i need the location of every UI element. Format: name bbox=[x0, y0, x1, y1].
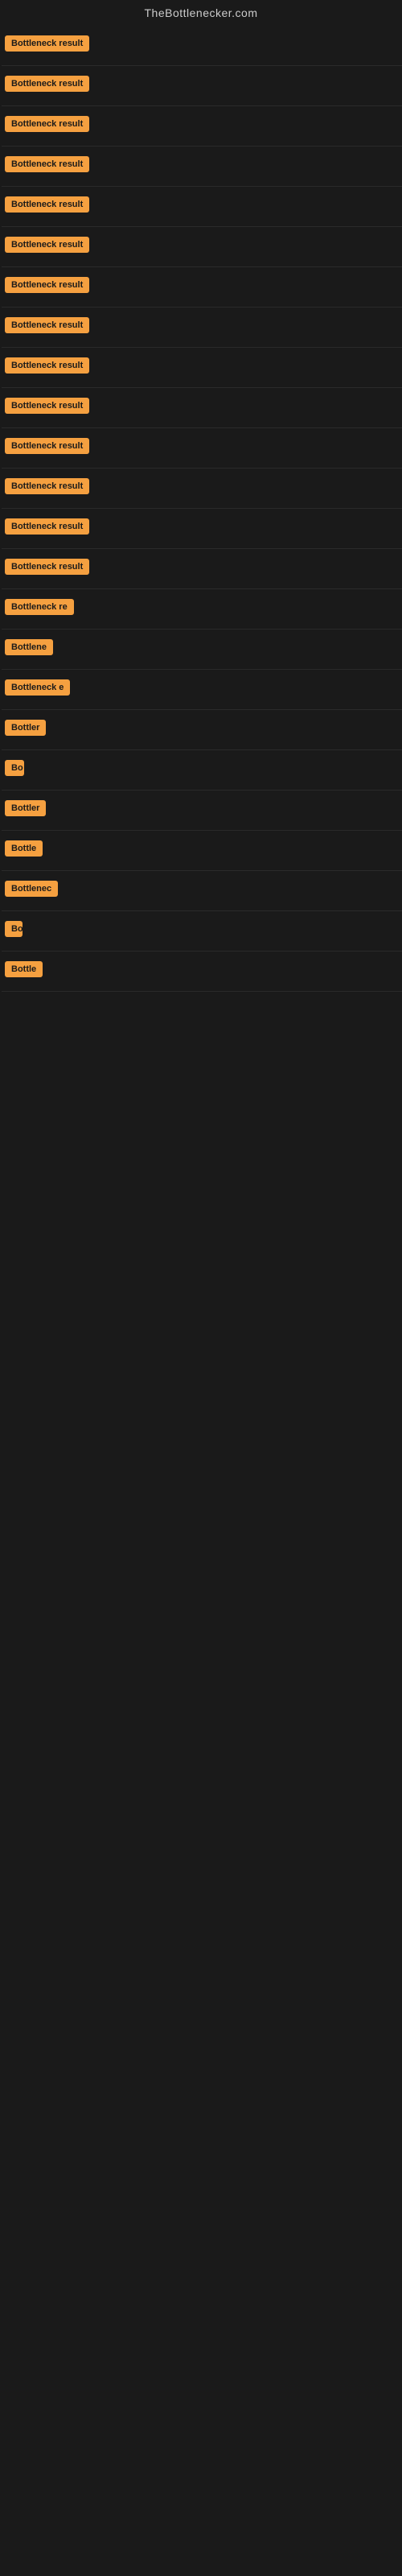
list-item: Bottleneck result bbox=[2, 509, 402, 549]
list-item: Bottle bbox=[2, 952, 402, 992]
list-item: Bottlene bbox=[2, 630, 402, 670]
list-item: Bottleneck result bbox=[2, 428, 402, 469]
list-item: Bottleneck result bbox=[2, 187, 402, 227]
bottleneck-result-badge[interactable]: Bottleneck result bbox=[5, 277, 89, 293]
list-item: Bottleneck result bbox=[2, 549, 402, 589]
bottleneck-result-badge[interactable]: Bottleneck result bbox=[5, 398, 89, 414]
list-item: Bo bbox=[2, 911, 402, 952]
list-item: Bottleneck result bbox=[2, 308, 402, 348]
bottleneck-result-badge[interactable]: Bottleneck re bbox=[5, 599, 74, 615]
list-item: Bottleneck result bbox=[2, 106, 402, 147]
list-item: Bottleneck result bbox=[2, 469, 402, 509]
bottleneck-result-badge[interactable]: Bottleneck result bbox=[5, 116, 89, 132]
results-list: Bottleneck result Bottleneck result Bottle… bbox=[0, 26, 402, 992]
bottleneck-result-badge[interactable]: Bottleneck result bbox=[5, 35, 89, 52]
bottleneck-result-badge[interactable]: Bottleneck result bbox=[5, 438, 89, 454]
list-item: Bottleneck result bbox=[2, 348, 402, 388]
bottleneck-result-badge[interactable]: Bottleneck result bbox=[5, 478, 89, 494]
bottleneck-result-badge[interactable]: Bottlene bbox=[5, 639, 53, 655]
bottleneck-result-badge[interactable]: Bottlenec bbox=[5, 881, 58, 897]
bottleneck-result-badge[interactable]: Bottleneck result bbox=[5, 317, 89, 333]
list-item: Bottlenec bbox=[2, 871, 402, 911]
list-item: Bottler bbox=[2, 791, 402, 831]
bottleneck-result-badge[interactable]: Bottler bbox=[5, 720, 46, 736]
bottleneck-result-badge[interactable]: Bottleneck result bbox=[5, 237, 89, 253]
list-item: Bottleneck result bbox=[2, 388, 402, 428]
list-item: Bottleneck re bbox=[2, 589, 402, 630]
list-item: Bottleneck result bbox=[2, 227, 402, 267]
bottleneck-result-badge[interactable]: Bottler bbox=[5, 800, 46, 816]
bottleneck-result-badge[interactable]: Bottle bbox=[5, 961, 43, 977]
list-item: Bottler bbox=[2, 710, 402, 750]
bottleneck-result-badge[interactable]: Bottleneck result bbox=[5, 196, 89, 213]
site-title: TheBottlenecker.com bbox=[0, 0, 402, 26]
bottleneck-result-badge[interactable]: Bottleneck result bbox=[5, 156, 89, 172]
list-item: Bottleneck result bbox=[2, 66, 402, 106]
bottleneck-result-badge[interactable]: Bo bbox=[5, 760, 24, 776]
bottleneck-result-badge[interactable]: Bottleneck result bbox=[5, 559, 89, 575]
bottleneck-result-badge[interactable]: Bo bbox=[5, 921, 23, 937]
list-item: Bottleneck result bbox=[2, 147, 402, 187]
list-item: Bottle bbox=[2, 831, 402, 871]
bottleneck-result-badge[interactable]: Bottleneck result bbox=[5, 76, 89, 92]
bottleneck-result-badge[interactable]: Bottleneck result bbox=[5, 357, 89, 374]
bottleneck-result-badge[interactable]: Bottle bbox=[5, 840, 43, 857]
bottleneck-result-badge[interactable]: Bottleneck e bbox=[5, 679, 70, 696]
list-item: Bottleneck result bbox=[2, 26, 402, 66]
list-item: Bo bbox=[2, 750, 402, 791]
bottleneck-result-badge[interactable]: Bottleneck result bbox=[5, 518, 89, 535]
list-item: Bottleneck e bbox=[2, 670, 402, 710]
list-item: Bottleneck result bbox=[2, 267, 402, 308]
